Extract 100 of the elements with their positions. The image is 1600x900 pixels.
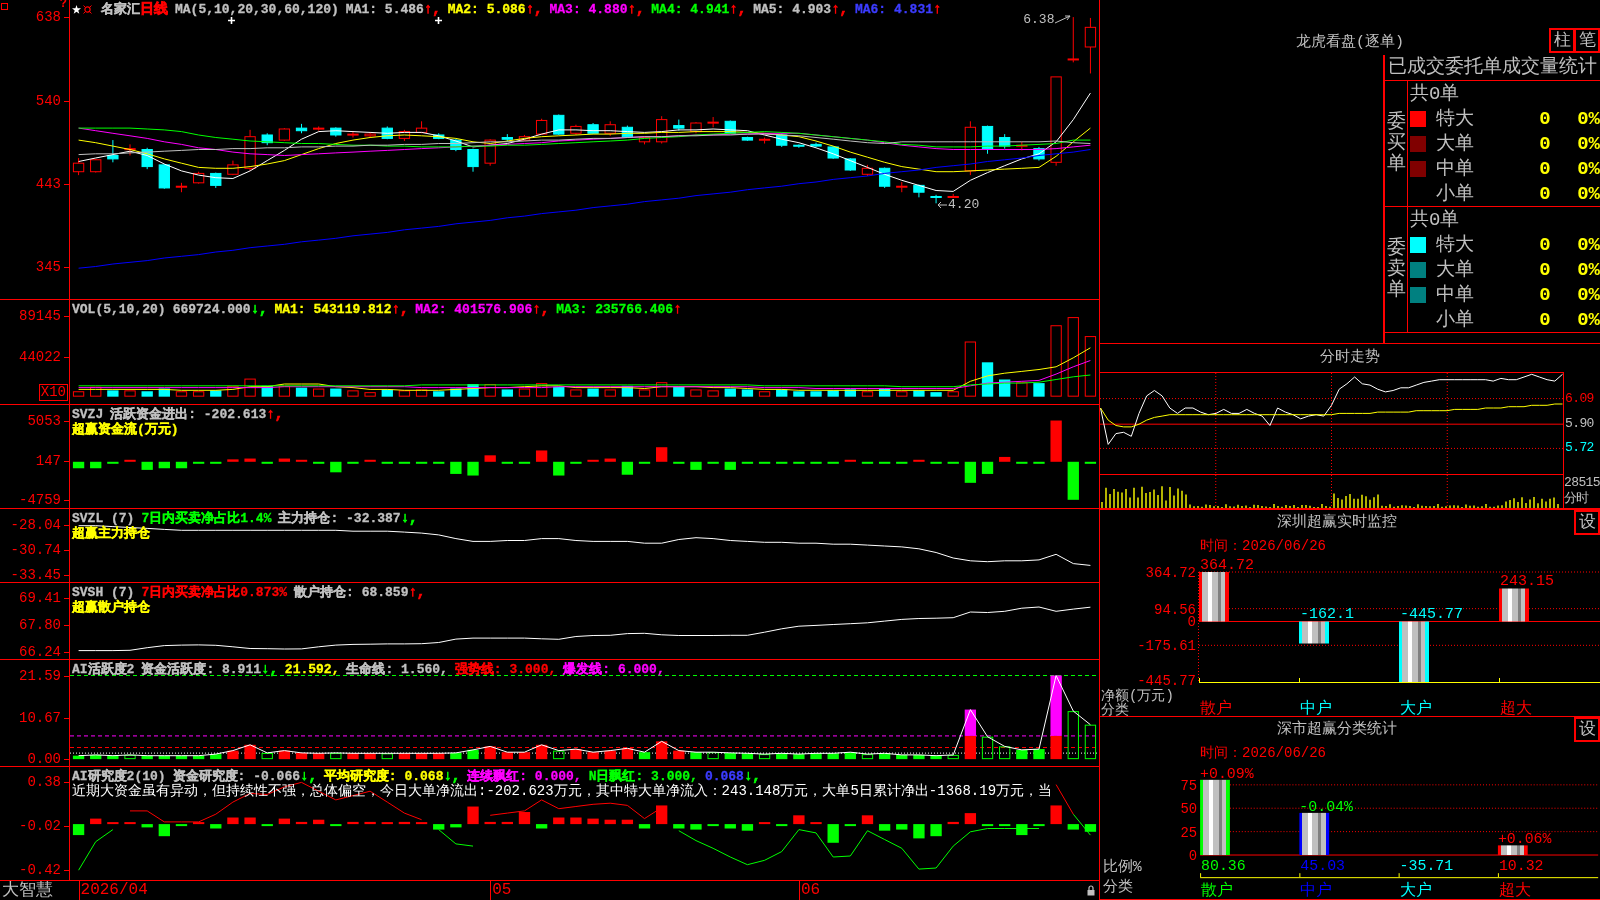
price-annotation: 4.20 [948,198,980,213]
legend-text: ↑, [423,2,441,17]
legend-text: 超赢散户持仓 [72,600,150,615]
bar-value: 45.03 [1300,858,1345,875]
axis-label: 5.90 [1565,417,1594,432]
bar-value: 243.15 [1500,573,1554,591]
axis-label: 638 [35,10,61,25]
legend-text: MA3: 4.880 [549,2,628,17]
legend-text: 7日内买卖净占比1.4% [141,511,272,526]
row-share: 0% [1576,308,1600,331]
axis-title: 比例% [1102,859,1142,876]
row-count: 0 [1538,157,1552,180]
table-title: 已成交委托单成交量统计 [1385,55,1600,81]
legend-text: 7日内买卖净占比0.873% [141,585,288,600]
legend-text: ↑, [525,2,543,17]
row-label: 特大 [1436,233,1475,256]
legend-text: SVSH (7) [72,585,135,600]
legend-text: MA3: 235766.406 [556,302,674,317]
row-label: 小单 [1436,182,1475,205]
legend-text: ↑, [831,2,848,17]
axis-label: 50 [1180,801,1198,818]
legend-text: ↑, [627,2,645,17]
row-share: 0% [1576,182,1600,205]
legend-text: N日飘红: 3.000, [588,769,698,784]
bar-value: -162.1 [1300,606,1354,624]
axis-title: 分类 [1102,879,1133,896]
axis-label: 25 [1180,824,1198,841]
legend-text: AI研究度2(10) [72,769,166,784]
legend-text: ↑, [408,585,426,600]
legend-text: 爆发线: 6.000, [563,662,665,677]
axis-label: -33.45 [10,568,61,583]
legend-text: ↓, [400,511,418,526]
row-label: 特大 [1436,107,1475,130]
row-count: 0 [1538,132,1552,155]
legend-text: 散户持仓: 68.859 [294,585,409,600]
axis-label: 5.72 [1565,441,1594,456]
row-label: 大单 [1436,258,1475,281]
row-count: 0 [1538,233,1552,256]
legend-text: 资金研究度: -0.066 [172,769,301,784]
legend-text: 连续飘红: 0.000, [467,769,582,784]
legend-text: 主力持仓: -32.387 [278,511,401,526]
axis-label: 0 [1187,614,1196,631]
legend-text: MA2: 5.086 [447,2,526,17]
legend-text: MA1: 5.486 [345,2,424,17]
row-count: 0 [1538,258,1552,281]
legend-text: ↑, [391,302,409,317]
legend-text: ↑, [729,2,747,17]
axis-title: 分类 [1101,702,1129,716]
category-label: 散户 [1201,882,1234,899]
axis-label: 21.59 [19,668,61,683]
panel-title: 分时走势 [1320,348,1380,368]
legend-text: 生命线: 1.560, [346,662,448,677]
row-label: 小单 [1436,308,1475,331]
axis-label: 443 [35,176,61,191]
change-label: +0.09% [1200,765,1254,782]
row-share: 0% [1576,233,1600,256]
axis-label: 6.09 [1565,391,1594,406]
category-label: 大户 [1399,882,1432,899]
legend-text: MA5: 4.903 [753,2,832,17]
axis-label: 75 [1180,777,1198,794]
category-label: 中户 [1300,700,1332,716]
row-label: 中单 [1436,283,1475,306]
legend-text: AI活跃度2 [72,662,135,677]
legend-text: SVZJ [72,407,104,422]
legend-text: ↓, [743,769,761,784]
legend-text: MA6: 4.831 [854,2,933,17]
axis-label: 69.41 [19,590,61,605]
category-label: 中户 [1300,882,1333,899]
legend-text: ↑, [266,407,284,422]
legend-text: 名家汇 [101,2,140,17]
axis-label: 0.38 [27,775,61,790]
bar-value: -445.77 [1400,606,1463,624]
axis-title: 净额(万元) [1101,688,1174,704]
legend-text: SVZL (7) [72,511,135,526]
bar-value: 80.36 [1201,858,1246,875]
row-share: 0% [1576,157,1600,180]
legend-text: 21.592, [284,662,340,677]
legend-text: ↑ [673,302,682,317]
date-label: 05 [492,881,512,899]
row-label: 中单 [1436,157,1475,180]
axis-label: 28515 [1564,475,1600,491]
category-label: 超大 [1498,882,1531,899]
axis-label: -445.77 [1137,673,1196,689]
group-label: 委卖单 [1386,238,1406,301]
legend-text: ↑, [532,302,550,317]
axis-label: -4759 [19,493,61,508]
panel-title: 深圳超赢实时监控 [1277,513,1397,533]
row-count: 0 [1538,182,1552,205]
axis-label: 10.67 [19,710,61,725]
total-text: 共0单 [1410,82,1460,105]
axis-label: 540 [35,93,61,108]
axis-label: -0.42 [19,863,61,878]
group-label: 委买单 [1386,112,1406,175]
legend-text: ↑ [933,2,942,17]
row-share: 0% [1576,283,1600,306]
legend-text: VOL(5,10,20) [72,302,166,317]
axis-label: -30.74 [10,543,61,558]
axis-label: 67.80 [19,618,61,633]
row-share: 0% [1576,258,1600,281]
axis-label: 5053 [27,413,61,428]
